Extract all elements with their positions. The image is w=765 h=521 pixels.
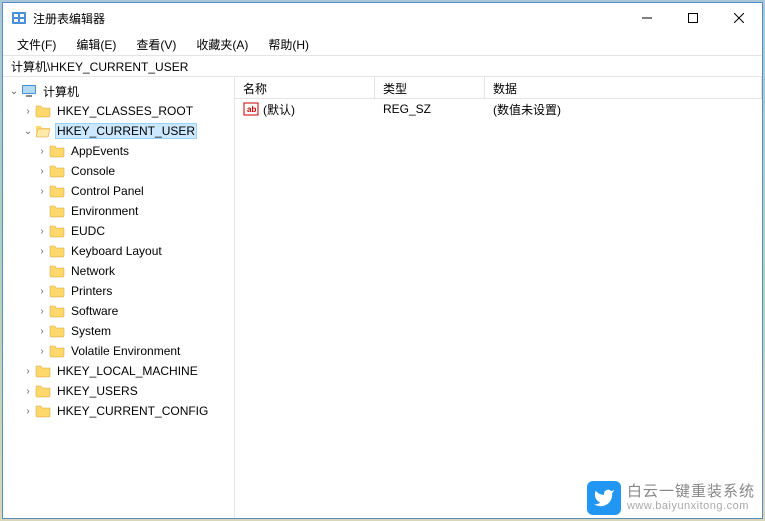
tree-label: Network	[69, 264, 117, 278]
folder-icon	[49, 264, 65, 278]
value-name: (默认)	[263, 101, 295, 118]
cell-data: (数值未设置)	[485, 101, 762, 118]
minimize-button[interactable]	[624, 3, 670, 33]
chevron-right-icon[interactable]: ›	[35, 146, 49, 157]
chevron-right-icon[interactable]: ›	[35, 246, 49, 257]
tree-node-hklm[interactable]: › HKEY_LOCAL_MACHINE	[3, 361, 234, 381]
titlebar: 注册表编辑器	[3, 3, 762, 33]
tree-node-printers[interactable]: › Printers	[3, 281, 234, 301]
tree-label: Console	[69, 164, 117, 178]
tree-label: HKEY_USERS	[55, 384, 140, 398]
folder-icon	[49, 284, 65, 298]
tree-label: Printers	[69, 284, 114, 298]
folder-icon	[49, 344, 65, 358]
chevron-right-icon[interactable]: ›	[21, 406, 35, 417]
folder-open-icon	[35, 124, 51, 138]
tree-label: AppEvents	[69, 144, 131, 158]
chevron-down-icon[interactable]: ⌄	[21, 126, 35, 137]
cell-name: ab (默认)	[235, 101, 375, 118]
folder-icon	[35, 404, 51, 418]
chevron-right-icon[interactable]: ›	[35, 286, 49, 297]
list-header: 名称 类型 数据	[235, 77, 762, 99]
tree-label: EUDC	[69, 224, 107, 238]
tree-node-hku[interactable]: › HKEY_USERS	[3, 381, 234, 401]
tree-label: System	[69, 324, 113, 338]
chevron-right-icon[interactable]: ›	[35, 306, 49, 317]
tree-node-software[interactable]: › Software	[3, 301, 234, 321]
folder-icon	[49, 304, 65, 318]
close-button[interactable]	[716, 3, 762, 33]
string-value-icon: ab	[243, 102, 259, 116]
tree-node-eudc[interactable]: › EUDC	[3, 221, 234, 241]
menu-favorites[interactable]: 收藏夹(A)	[188, 34, 256, 55]
tree-label: HKEY_CLASSES_ROOT	[55, 104, 195, 118]
folder-icon	[49, 324, 65, 338]
menu-view[interactable]: 查看(V)	[128, 34, 184, 55]
svg-text:ab: ab	[247, 105, 256, 114]
folder-icon	[35, 364, 51, 378]
tree-label: Control Panel	[69, 184, 146, 198]
menubar: 文件(F) 编辑(E) 查看(V) 收藏夹(A) 帮助(H)	[3, 33, 762, 55]
tree-node-keyboard[interactable]: › Keyboard Layout	[3, 241, 234, 261]
tree-node-system[interactable]: › System	[3, 321, 234, 341]
tree-node-network[interactable]: Network	[3, 261, 234, 281]
folder-icon	[49, 224, 65, 238]
menu-help[interactable]: 帮助(H)	[260, 34, 317, 55]
tree-node-volatile[interactable]: › Volatile Environment	[3, 341, 234, 361]
window-controls	[624, 3, 762, 33]
folder-icon	[35, 104, 51, 118]
chevron-right-icon[interactable]: ›	[35, 346, 49, 357]
chevron-right-icon[interactable]: ›	[21, 366, 35, 377]
cell-type: REG_SZ	[375, 102, 485, 116]
folder-icon	[35, 384, 51, 398]
tree-node-hkcr[interactable]: › HKEY_CLASSES_ROOT	[3, 101, 234, 121]
chevron-right-icon[interactable]: ›	[35, 186, 49, 197]
computer-icon	[21, 84, 37, 98]
tree-label: 计算机	[41, 83, 81, 100]
tree-panel[interactable]: ⌄ 计算机 › HKEY_CLASSES_ROOT ⌄ HKEY_CURRENT…	[3, 77, 235, 518]
column-header-data[interactable]: 数据	[485, 77, 762, 98]
content-area: ⌄ 计算机 › HKEY_CLASSES_ROOT ⌄ HKEY_CURRENT…	[3, 77, 762, 518]
folder-icon	[49, 164, 65, 178]
tree-label: Volatile Environment	[69, 344, 182, 358]
address-bar[interactable]: 计算机\HKEY_CURRENT_USER	[3, 55, 762, 77]
tree-node-console[interactable]: › Console	[3, 161, 234, 181]
address-text: 计算机\HKEY_CURRENT_USER	[11, 58, 188, 75]
tree-label: Keyboard Layout	[69, 244, 164, 258]
column-header-type[interactable]: 类型	[375, 77, 485, 98]
tree-label: HKEY_LOCAL_MACHINE	[55, 364, 200, 378]
tree-label: Software	[69, 304, 120, 318]
tree-node-appevents[interactable]: › AppEvents	[3, 141, 234, 161]
chevron-right-icon[interactable]: ›	[35, 166, 49, 177]
tree-node-hkcu[interactable]: ⌄ HKEY_CURRENT_USER	[3, 121, 234, 141]
menu-edit[interactable]: 编辑(E)	[68, 34, 124, 55]
folder-icon	[49, 144, 65, 158]
values-panel[interactable]: 名称 类型 数据 ab (默认) REG_SZ (数值未设置)	[235, 77, 762, 518]
chevron-right-icon[interactable]: ›	[21, 386, 35, 397]
column-header-name[interactable]: 名称	[235, 77, 375, 98]
folder-icon	[49, 204, 65, 218]
chevron-right-icon[interactable]: ›	[21, 106, 35, 117]
tree-label: HKEY_CURRENT_CONFIG	[55, 404, 210, 418]
tree-node-controlpanel[interactable]: › Control Panel	[3, 181, 234, 201]
registry-editor-window: 注册表编辑器 文件(F) 编辑(E) 查看(V) 收藏夹(A) 帮助(H) 计算…	[2, 2, 763, 519]
tree-label: HKEY_CURRENT_USER	[55, 123, 197, 139]
menu-file[interactable]: 文件(F)	[9, 34, 64, 55]
list-row[interactable]: ab (默认) REG_SZ (数值未设置)	[235, 99, 762, 119]
tree-node-hkcc[interactable]: › HKEY_CURRENT_CONFIG	[3, 401, 234, 421]
tree-node-computer[interactable]: ⌄ 计算机	[3, 81, 234, 101]
folder-icon	[49, 244, 65, 258]
chevron-right-icon[interactable]: ›	[35, 226, 49, 237]
chevron-down-icon[interactable]: ⌄	[7, 86, 21, 97]
tree-label: Environment	[69, 204, 140, 218]
maximize-button[interactable]	[670, 3, 716, 33]
tree-node-environment[interactable]: Environment	[3, 201, 234, 221]
chevron-right-icon[interactable]: ›	[35, 326, 49, 337]
app-icon	[11, 10, 27, 26]
window-title: 注册表编辑器	[33, 10, 624, 27]
folder-icon	[49, 184, 65, 198]
